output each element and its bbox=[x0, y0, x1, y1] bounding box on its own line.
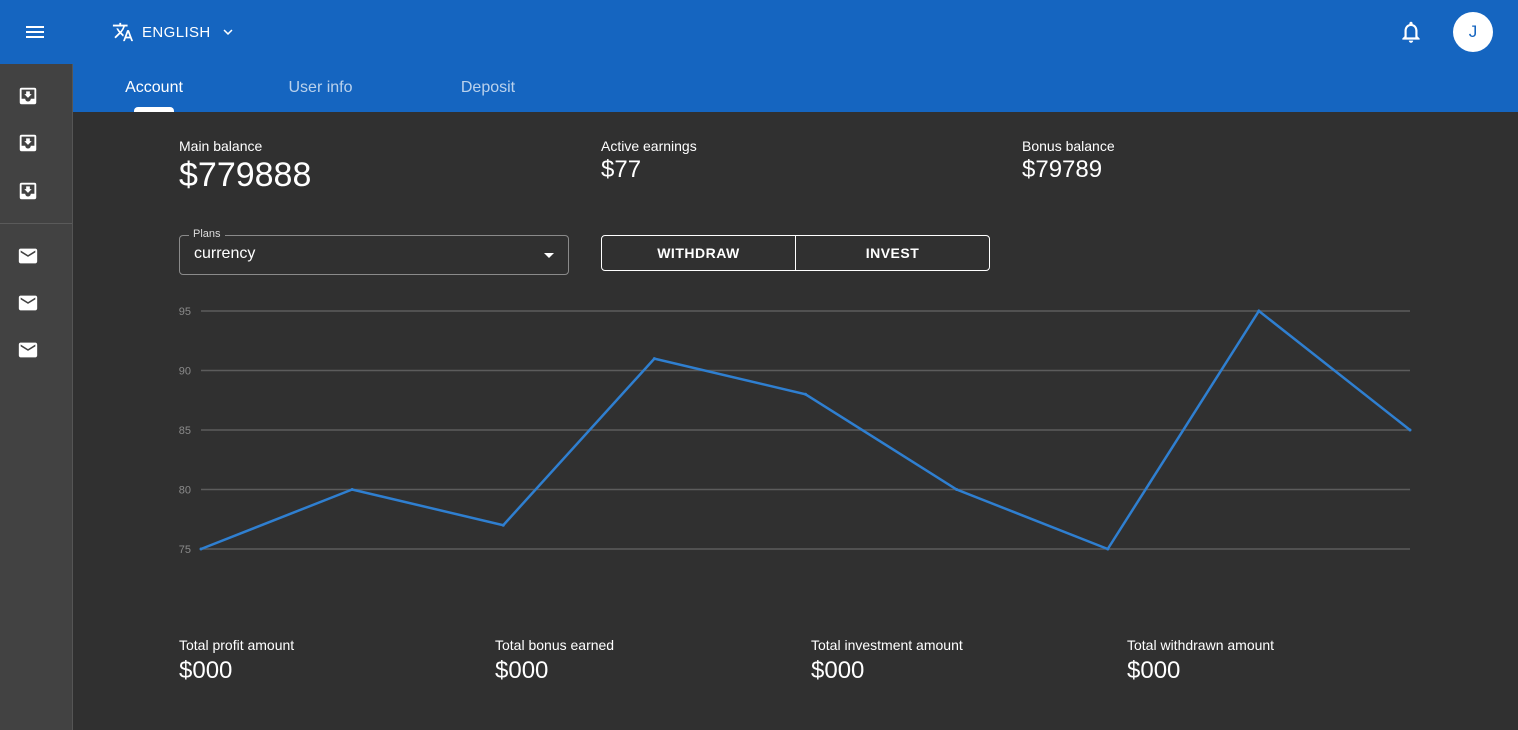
sidebar-divider bbox=[0, 223, 72, 224]
withdraw-button[interactable]: WITHDRAW bbox=[602, 236, 795, 270]
tab-user-info[interactable]: User info bbox=[273, 64, 368, 112]
invest-button[interactable]: INVEST bbox=[795, 236, 989, 270]
language-label: ENGLISH bbox=[142, 23, 211, 41]
data-point bbox=[955, 488, 959, 491]
avatar[interactable]: J bbox=[1453, 12, 1493, 52]
main-balance-value: $779888 bbox=[179, 156, 312, 194]
total-profit-value: $000 bbox=[179, 657, 233, 684]
main-balance: Main balance $779888 bbox=[179, 138, 311, 195]
active-earnings: Active earnings $77 bbox=[601, 138, 697, 184]
earnings-line-chart: 75 80 85 90 95 bbox=[179, 306, 1412, 556]
data-point bbox=[199, 547, 203, 551]
data-point bbox=[1408, 428, 1412, 432]
mail-icon[interactable] bbox=[17, 245, 39, 267]
bonus-balance-value: $79789 bbox=[1022, 156, 1103, 183]
avatar-initial: J bbox=[1468, 22, 1478, 41]
tab-deposit[interactable]: Deposit bbox=[448, 64, 528, 112]
total-profit: Total profit amount $000 bbox=[179, 637, 294, 685]
main-balance-label: Main balance bbox=[179, 138, 263, 154]
y-tick-label: 95 bbox=[179, 306, 191, 318]
notification-bell-icon[interactable] bbox=[1398, 18, 1424, 46]
inbox-download-icon[interactable] bbox=[17, 180, 39, 202]
inbox-download-icon[interactable] bbox=[17, 85, 39, 107]
plans-select[interactable]: Plans currency bbox=[179, 228, 569, 275]
action-button-group: WITHDRAW INVEST bbox=[601, 235, 990, 271]
tab-account[interactable]: Account bbox=[114, 64, 194, 112]
total-investment-value: $000 bbox=[811, 657, 865, 684]
active-earnings-label: Active earnings bbox=[601, 138, 697, 154]
total-investment: Total investment amount $000 bbox=[811, 637, 963, 685]
data-point bbox=[501, 523, 505, 527]
active-tab-indicator bbox=[134, 107, 174, 112]
total-investment-label: Total investment amount bbox=[811, 637, 963, 653]
total-withdrawn: Total withdrawn amount $000 bbox=[1127, 637, 1274, 685]
data-point bbox=[1257, 309, 1261, 313]
y-tick-label: 85 bbox=[179, 425, 191, 437]
top-app-bar: ENGLISH J bbox=[0, 0, 1518, 64]
translate-icon bbox=[112, 22, 134, 42]
tab-bar: Account User info Deposit bbox=[73, 64, 1518, 112]
y-tick-label: 80 bbox=[179, 485, 191, 497]
total-bonus-value: $000 bbox=[495, 657, 549, 684]
data-point bbox=[1106, 547, 1110, 551]
data-point bbox=[804, 392, 807, 396]
menu-icon[interactable] bbox=[22, 20, 50, 44]
bonus-balance-label: Bonus balance bbox=[1022, 138, 1115, 154]
bonus-balance: Bonus balance $79789 bbox=[1022, 138, 1115, 184]
inbox-download-icon[interactable] bbox=[17, 132, 39, 154]
total-bonus: Total bonus earned $000 bbox=[495, 637, 614, 685]
data-point bbox=[350, 488, 354, 491]
plans-value: currency bbox=[194, 245, 256, 262]
sidebar bbox=[0, 64, 73, 730]
chevron-down-icon bbox=[223, 29, 233, 35]
totals-row: Total profit amount $000 Total bonus ear… bbox=[179, 637, 1419, 697]
y-tick-label: 75 bbox=[179, 544, 191, 556]
data-point bbox=[652, 357, 656, 361]
total-bonus-label: Total bonus earned bbox=[495, 637, 615, 653]
dropdown-caret-icon bbox=[544, 253, 554, 258]
mail-icon[interactable] bbox=[17, 339, 39, 361]
active-earnings-value: $77 bbox=[601, 156, 642, 183]
y-tick-label: 90 bbox=[179, 366, 191, 378]
total-withdrawn-value: $000 bbox=[1127, 657, 1181, 684]
total-profit-label: Total profit amount bbox=[179, 637, 295, 653]
total-withdrawn-label: Total withdrawn amount bbox=[1127, 637, 1275, 653]
plans-label: Plans bbox=[189, 228, 225, 240]
language-selector[interactable]: ENGLISH bbox=[112, 18, 237, 46]
mail-icon[interactable] bbox=[17, 292, 39, 314]
